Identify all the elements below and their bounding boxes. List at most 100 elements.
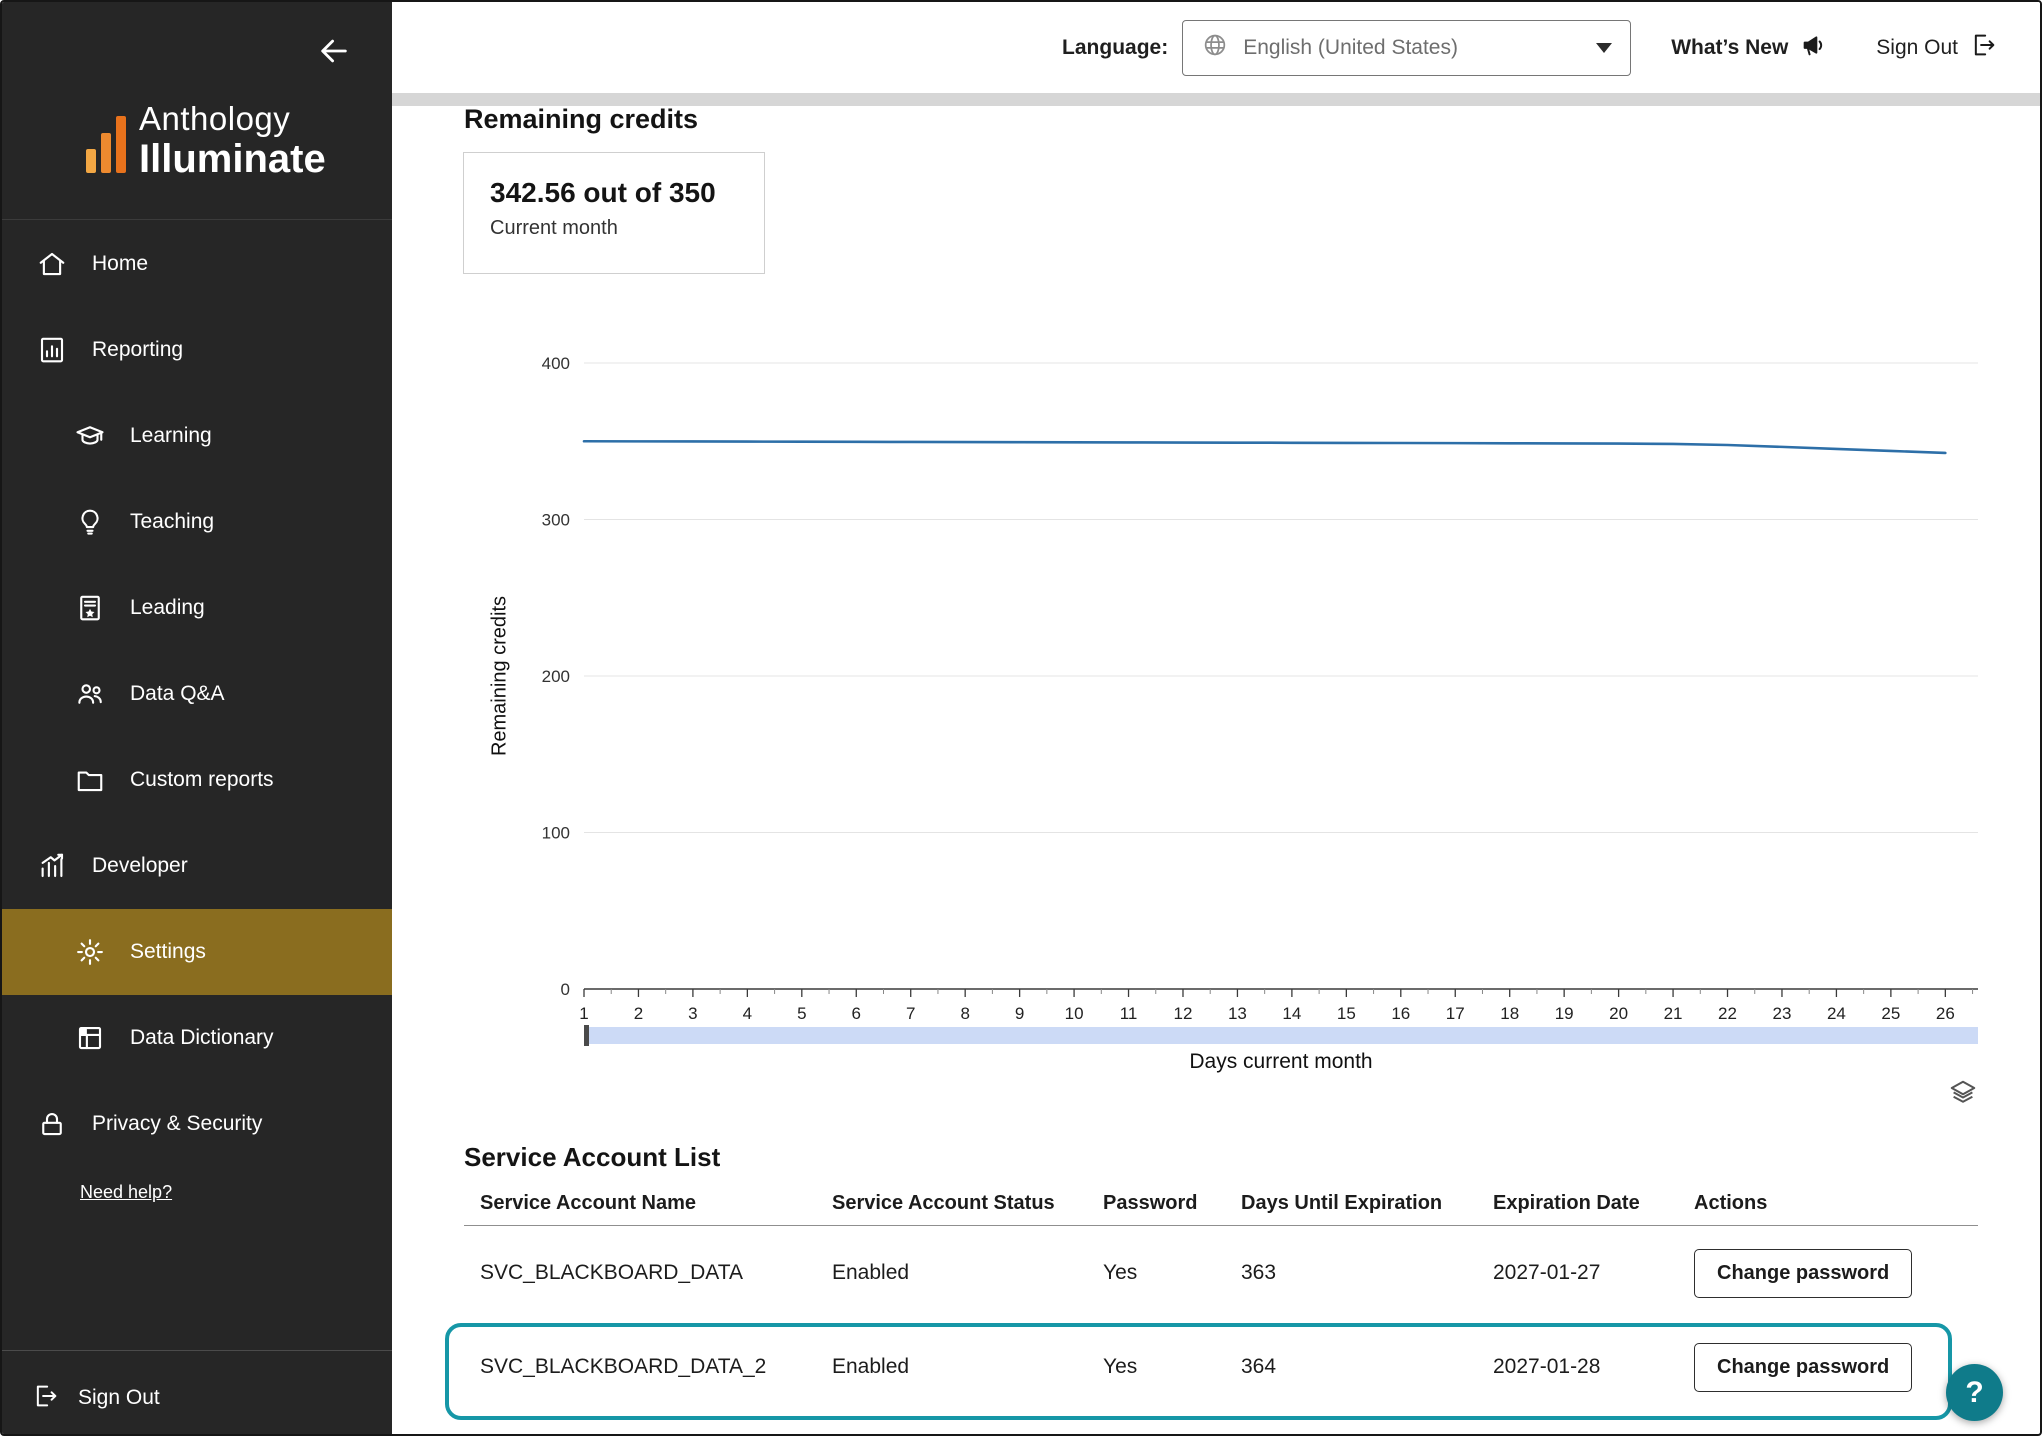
sidebar-item-learning[interactable]: Learning xyxy=(2,393,392,479)
col-days-until-expiration: Days Until Expiration xyxy=(1241,1192,1493,1215)
svg-text:3: 3 xyxy=(688,1004,697,1022)
sidebar-divider xyxy=(2,1350,392,1351)
chart-range-slider[interactable] xyxy=(584,1027,1978,1044)
svg-text:200: 200 xyxy=(542,667,570,686)
sidebar-item-label: Learning xyxy=(130,424,212,448)
leading-icon xyxy=(74,592,106,624)
change-password-button[interactable]: Change password xyxy=(1694,1343,1912,1392)
learning-icon xyxy=(74,420,106,452)
svg-text:13: 13 xyxy=(1228,1004,1247,1022)
sidebar-sign-out[interactable]: Sign Out xyxy=(2,1362,392,1434)
megaphone-icon xyxy=(1800,31,1828,65)
language-label: Language: xyxy=(1062,36,1168,60)
sidebar-item-label: Privacy & Security xyxy=(92,1112,262,1136)
svg-text:11: 11 xyxy=(1120,1004,1138,1022)
sidebar-item-label: Data Q&A xyxy=(130,682,225,706)
settings-icon xyxy=(74,936,106,968)
sidebar-item-reporting[interactable]: Reporting xyxy=(2,307,392,393)
chevron-down-icon xyxy=(1596,43,1612,53)
sidebar-item-leading[interactable]: Leading xyxy=(2,565,392,651)
whats-new-button[interactable]: What’s New xyxy=(1671,31,1828,65)
col-password: Password xyxy=(1103,1192,1241,1215)
top-header: Language: English (United States) What’s… xyxy=(392,2,2042,93)
chart-y-axis-label: Remaining credits xyxy=(489,596,512,756)
svg-text:19: 19 xyxy=(1555,1004,1574,1022)
cell-status: Enabled xyxy=(832,1261,1103,1285)
svg-text:8: 8 xyxy=(960,1004,969,1022)
cell-status: Enabled xyxy=(832,1355,1103,1379)
header-sign-out-button[interactable]: Sign Out xyxy=(1876,31,1998,65)
language-dropdown-value: English (United States) xyxy=(1243,36,1582,60)
svg-text:2: 2 xyxy=(634,1004,643,1022)
sidebar-item-home[interactable]: Home xyxy=(2,221,392,307)
anthology-logo-icon xyxy=(86,116,126,173)
svg-text:21: 21 xyxy=(1664,1004,1683,1022)
cell-password: Yes xyxy=(1103,1261,1241,1285)
col-service-account-name: Service Account Name xyxy=(480,1192,832,1215)
sidebar-item-data-dictionary[interactable]: Data Dictionary xyxy=(2,995,392,1081)
language-dropdown[interactable]: English (United States) xyxy=(1182,20,1631,76)
header-sign-out-label: Sign Out xyxy=(1876,36,1958,60)
sidebar-item-label: Custom reports xyxy=(130,768,274,792)
chart-x-axis-label: Days current month xyxy=(1189,1050,1372,1074)
svg-text:15: 15 xyxy=(1337,1004,1356,1022)
sidebar-item-custom-reports[interactable]: Custom reports xyxy=(2,737,392,823)
table-row-highlighted: SVC_BLACKBOARD_DATA_2 Enabled Yes 364 20… xyxy=(464,1320,1978,1414)
remaining-credits-title: Remaining credits xyxy=(464,104,698,135)
cell-password: Yes xyxy=(1103,1355,1241,1379)
sidebar-item-label: Home xyxy=(92,252,148,276)
need-help-link[interactable]: Need help? xyxy=(80,1182,172,1203)
help-button[interactable]: ? xyxy=(1946,1364,2003,1421)
chart-layers-menu-button[interactable] xyxy=(1948,1078,1978,1108)
svg-text:16: 16 xyxy=(1391,1004,1410,1022)
sidebar-item-label: Teaching xyxy=(130,510,214,534)
svg-text:6: 6 xyxy=(852,1004,861,1022)
svg-text:9: 9 xyxy=(1015,1004,1024,1022)
credits-caption: Current month xyxy=(490,217,764,240)
svg-text:12: 12 xyxy=(1174,1004,1193,1022)
sidebar-item-developer[interactable]: Developer xyxy=(2,823,392,909)
data-dictionary-icon xyxy=(74,1022,106,1054)
service-account-table: Service Account Name Service Account Sta… xyxy=(464,1182,1978,1414)
sidebar-item-teaching[interactable]: Teaching xyxy=(2,479,392,565)
col-actions: Actions xyxy=(1694,1192,1978,1215)
sidebar-item-label: Developer xyxy=(92,854,188,878)
slider-handle[interactable] xyxy=(584,1025,589,1046)
svg-text:1: 1 xyxy=(579,1004,588,1022)
svg-text:20: 20 xyxy=(1609,1004,1628,1022)
sidebar-item-label: Data Dictionary xyxy=(130,1026,274,1050)
sidebar-item-settings[interactable]: Settings xyxy=(2,909,392,995)
svg-text:4: 4 xyxy=(743,1004,752,1022)
col-service-account-status: Service Account Status xyxy=(832,1192,1103,1215)
table-row: SVC_BLACKBOARD_DATA Enabled Yes 363 2027… xyxy=(464,1226,1978,1320)
cell-expiration: 2027-01-27 xyxy=(1493,1261,1694,1285)
home-icon xyxy=(36,248,68,280)
cell-days: 364 xyxy=(1241,1355,1493,1379)
svg-text:24: 24 xyxy=(1827,1004,1846,1022)
svg-text:14: 14 xyxy=(1282,1004,1301,1022)
developer-icon xyxy=(36,850,68,882)
brand-line1: Anthology xyxy=(139,102,326,135)
sidebar-item-privacy-security[interactable]: Privacy & Security xyxy=(2,1081,392,1167)
svg-text:5: 5 xyxy=(797,1004,806,1022)
svg-text:23: 23 xyxy=(1773,1004,1792,1022)
svg-text:7: 7 xyxy=(906,1004,915,1022)
svg-text:17: 17 xyxy=(1446,1004,1465,1022)
sidebar-item-label: Leading xyxy=(130,596,205,620)
col-expiration-date: Expiration Date xyxy=(1493,1192,1694,1215)
sidebar-header: Anthology Illuminate xyxy=(2,2,392,220)
custom-reports-icon xyxy=(74,764,106,796)
reporting-icon xyxy=(36,334,68,366)
change-password-button[interactable]: Change password xyxy=(1694,1249,1912,1298)
sidebar-collapse-button[interactable] xyxy=(314,32,354,72)
brand-logo: Anthology Illuminate xyxy=(86,102,326,179)
table-header-row: Service Account Name Service Account Sta… xyxy=(464,1182,1978,1226)
service-account-list-title: Service Account List xyxy=(464,1142,720,1173)
svg-text:100: 100 xyxy=(542,824,570,843)
whats-new-label: What’s New xyxy=(1671,36,1788,60)
remaining-credits-chart: 0100200300400123456789101112131415161718… xyxy=(482,342,1997,1022)
globe-icon xyxy=(1201,31,1229,64)
credits-summary-card: 342.56 out of 350 Current month xyxy=(463,152,765,274)
sidebar-item-data-qa[interactable]: Data Q&A xyxy=(2,651,392,737)
cell-days: 363 xyxy=(1241,1261,1493,1285)
